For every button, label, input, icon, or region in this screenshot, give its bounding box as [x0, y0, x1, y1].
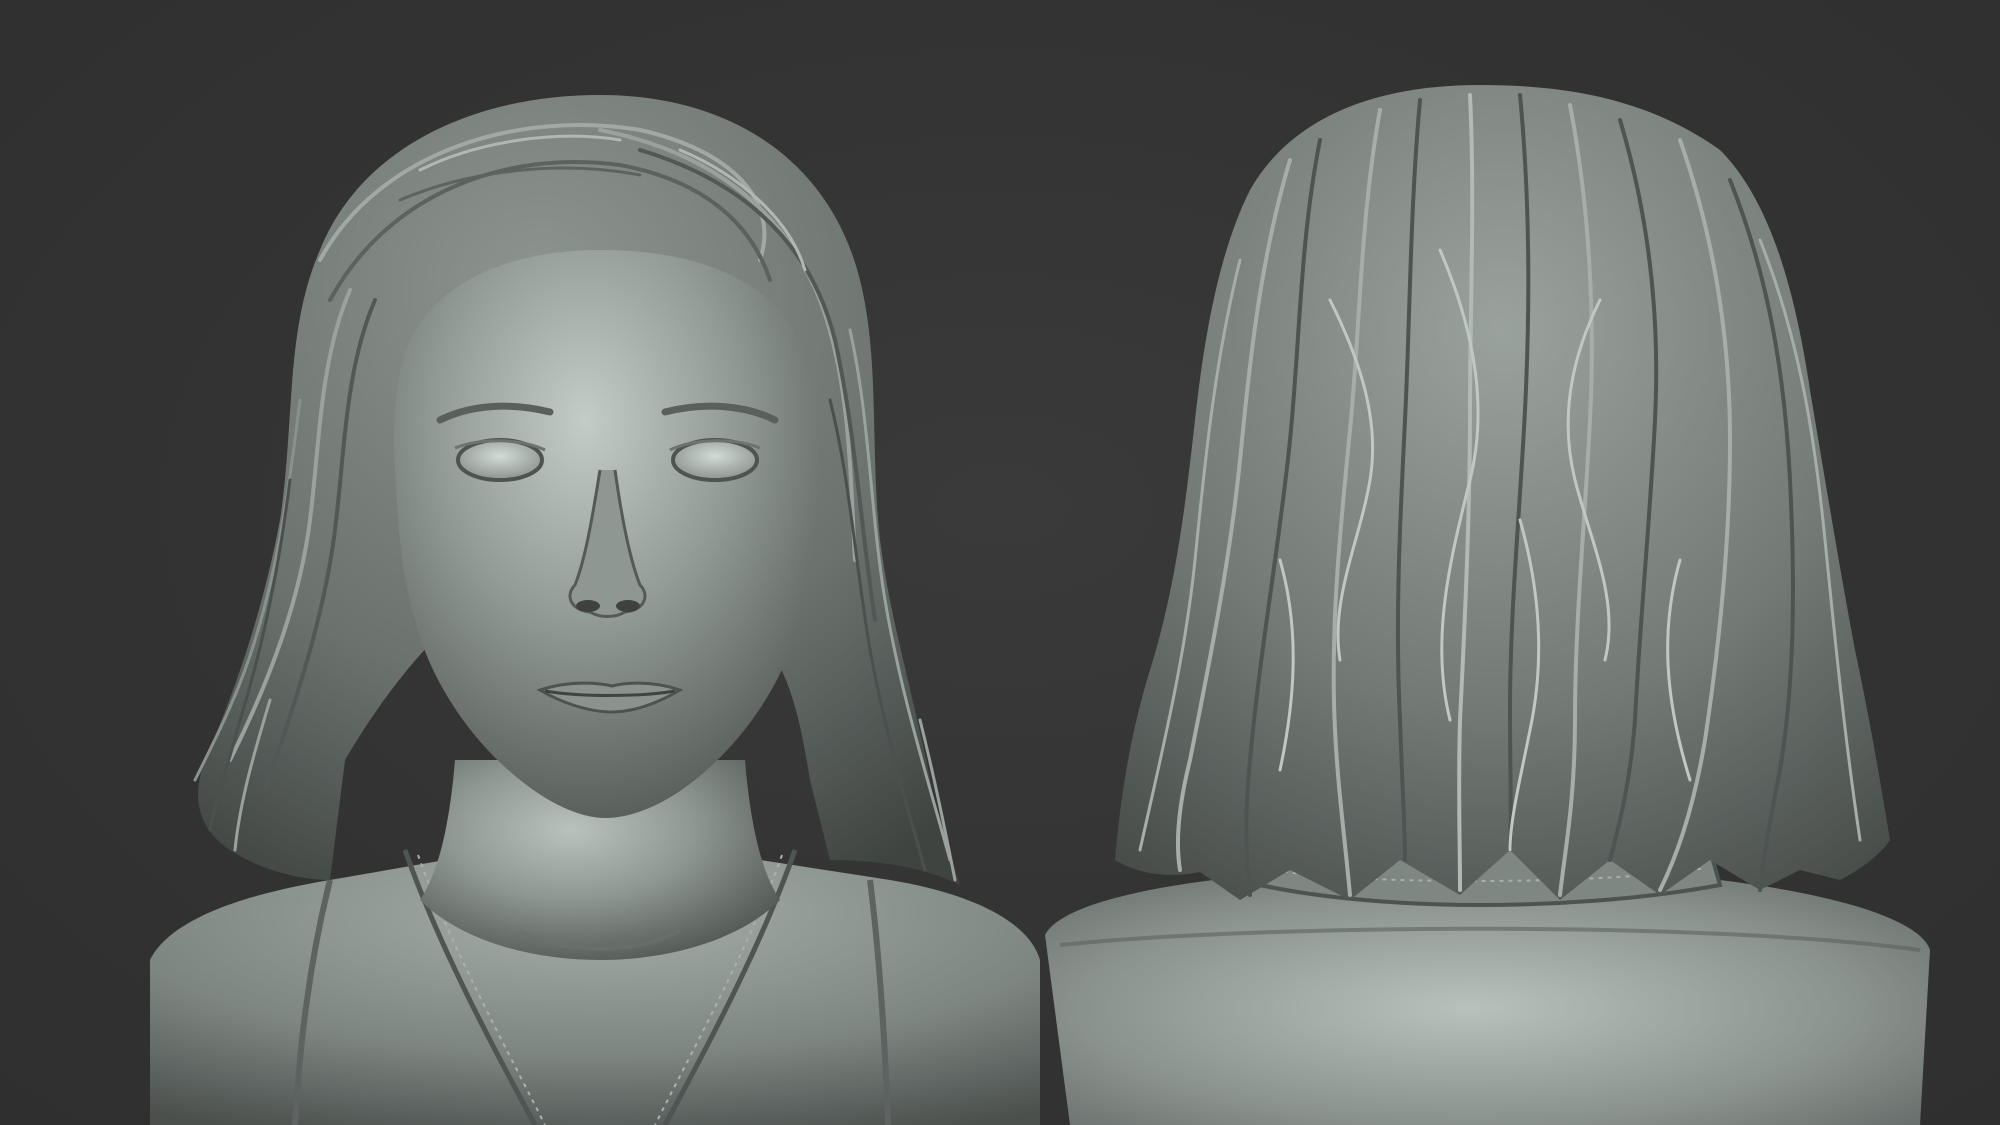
front-view [150, 95, 1040, 1125]
back-view [1045, 85, 1930, 1125]
back-hair-mass [1115, 85, 1890, 900]
front-eye-left [456, 438, 544, 482]
front-eye-right [671, 438, 759, 482]
render-viewport [0, 0, 2000, 1125]
sculpt-render [150, 85, 1930, 1125]
